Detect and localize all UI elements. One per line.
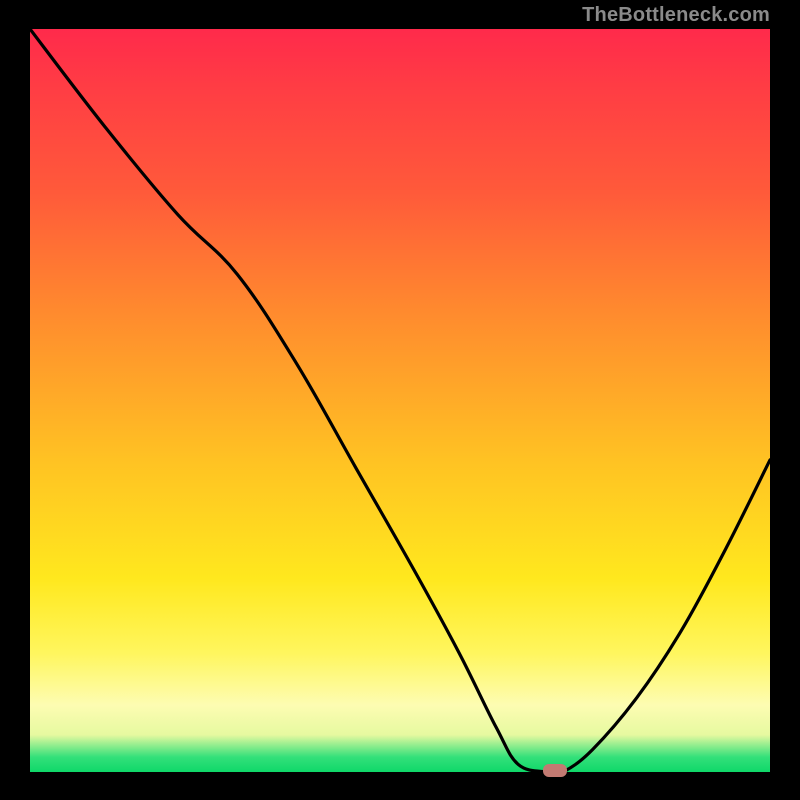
watermark-text: TheBottleneck.com — [582, 4, 770, 27]
bottleneck-curve — [30, 29, 770, 772]
optimal-marker-icon — [543, 764, 567, 777]
plot-area — [30, 29, 770, 772]
chart-frame: TheBottleneck.com — [0, 0, 800, 800]
